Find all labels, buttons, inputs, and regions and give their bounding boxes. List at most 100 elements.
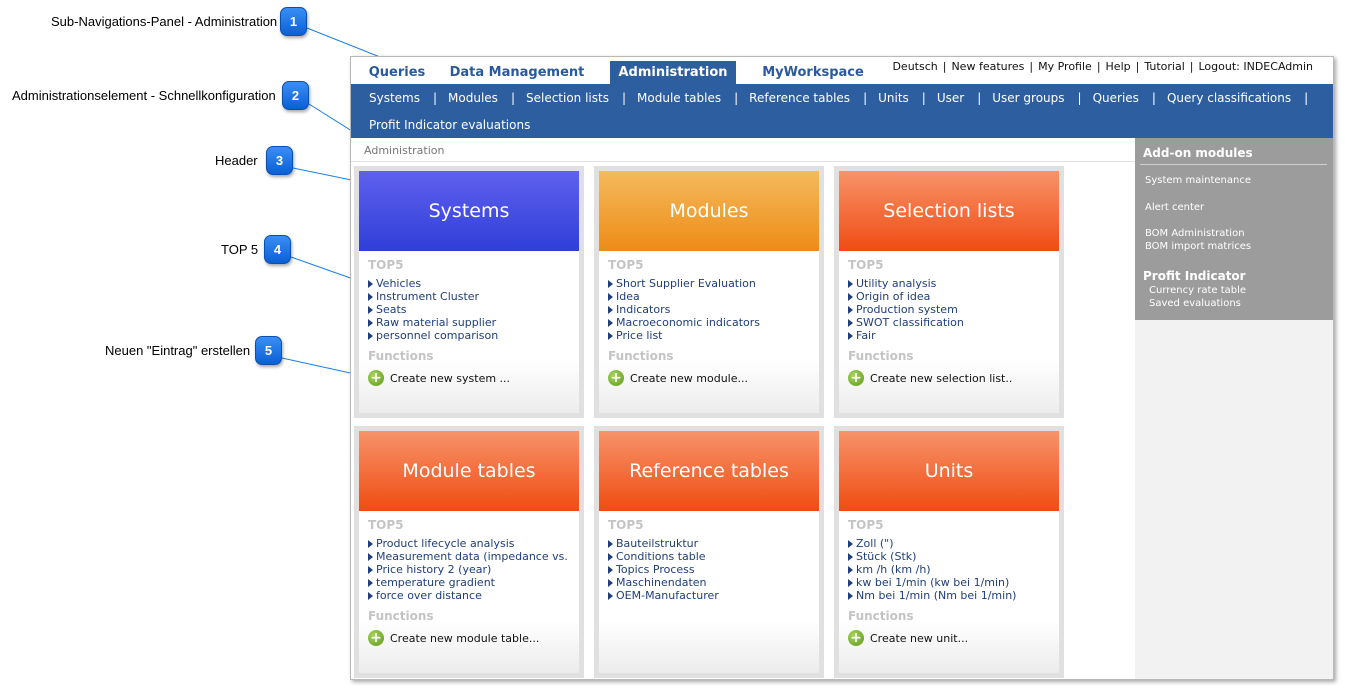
top5-item[interactable]: Seats — [368, 303, 498, 316]
top5-item-label: temperature gradient — [376, 576, 495, 589]
create-new-selection-list-button[interactable]: + Create new selection list.. — [848, 370, 1012, 386]
link-help[interactable]: Help — [1106, 60, 1131, 73]
top5-item[interactable]: Zoll (") — [848, 537, 1016, 550]
create-new-module-button[interactable]: + Create new module... — [608, 370, 748, 386]
top5-item-label: Product lifecycle analysis — [376, 537, 515, 550]
top5-item[interactable]: Conditions table — [608, 550, 719, 563]
subnav-separator: | — [510, 90, 515, 105]
top5-item[interactable]: Bauteilstruktur — [608, 537, 719, 550]
plus-icon: + — [368, 630, 384, 646]
subnav-module-tables[interactable]: Module tables — [637, 91, 721, 105]
subnav-reference-tables[interactable]: Reference tables — [749, 91, 850, 105]
subnav-user-groups[interactable]: User groups — [992, 91, 1064, 105]
link-tutorial[interactable]: Tutorial — [1144, 60, 1184, 73]
top5-label: TOP5 — [608, 258, 644, 272]
card-header[interactable]: Units — [839, 431, 1059, 511]
top5-list: Utility analysis Origin of idea Producti… — [848, 277, 964, 342]
top5-item[interactable]: Price list — [608, 329, 760, 342]
top5-item[interactable]: Production system — [848, 303, 964, 316]
add-on-modules-title: Add-on modules — [1143, 146, 1253, 160]
link-deutsch[interactable]: Deutsch — [892, 60, 937, 73]
top5-item[interactable]: Topics Process — [608, 563, 719, 576]
top5-item[interactable]: Nm bei 1/min (Nm bei 1/min) — [848, 589, 1016, 602]
top5-list: Product lifecycle analysis Measurement d… — [368, 537, 568, 602]
side-item-currency-rate-table[interactable]: Currency rate table — [1149, 285, 1246, 296]
subnav-query-classifications[interactable]: Query classifications — [1167, 91, 1291, 105]
callout-3-badge: 3 — [266, 146, 293, 175]
subnav-selection-lists[interactable]: Selection lists — [526, 91, 609, 105]
top5-item[interactable]: Utility analysis — [848, 277, 964, 290]
top5-item[interactable]: Vehicles — [368, 277, 498, 290]
top5-item-label: km /h (km /h) — [856, 563, 931, 576]
top5-item[interactable]: Instrument Cluster — [368, 290, 498, 303]
top5-item-label: Fair — [856, 329, 876, 342]
subnav-systems[interactable]: Systems — [369, 91, 420, 105]
top5-item[interactable]: Product lifecycle analysis — [368, 537, 568, 550]
create-label: Create new selection list.. — [870, 371, 1013, 385]
subnav-queries[interactable]: Queries — [1093, 91, 1139, 105]
side-item-bom-import-matrices[interactable]: BOM import matrices — [1145, 241, 1251, 252]
top5-item[interactable]: Price history 2 (year) — [368, 563, 568, 576]
plus-icon: + — [608, 370, 624, 386]
arrow-right-icon — [368, 540, 373, 548]
create-new-system-button[interactable]: + Create new system ... — [368, 370, 510, 386]
top5-item[interactable]: Stück (Stk) — [848, 550, 1016, 563]
top-link-separator: | — [1189, 60, 1194, 73]
top5-item[interactable]: Idea — [608, 290, 760, 303]
card-header[interactable]: Module tables — [359, 431, 579, 511]
top5-item[interactable]: kw bei 1/min (kw bei 1/min) — [848, 576, 1016, 589]
plus-icon: + — [368, 370, 384, 386]
side-item-bom-administration[interactable]: BOM Administration — [1145, 228, 1245, 239]
top5-item-label: Vehicles — [376, 277, 422, 290]
top5-item[interactable]: temperature gradient — [368, 576, 568, 589]
side-item-system-maintenance[interactable]: System maintenance — [1145, 175, 1251, 186]
subnav-modules[interactable]: Modules — [448, 91, 498, 105]
create-new-module-table-button[interactable]: + Create new module table... — [368, 630, 539, 646]
top5-item[interactable]: Measurement data (impedance vs. — [368, 550, 568, 563]
link-my-profile[interactable]: My Profile — [1038, 60, 1092, 73]
card-header[interactable]: Modules — [599, 171, 819, 251]
top5-item[interactable]: Raw material supplier — [368, 316, 498, 329]
top5-list: Zoll (") Stück (Stk) km /h (km /h) kw be… — [848, 537, 1016, 602]
subnav-units[interactable]: Units — [878, 91, 909, 105]
card-header[interactable]: Selection lists — [839, 171, 1059, 251]
top5-list: Vehicles Instrument Cluster Seats Raw ma… — [368, 277, 498, 342]
app-window: Queries Data Management Administration M… — [350, 56, 1334, 680]
arrow-right-icon — [608, 280, 613, 288]
subnav-profit-indicator-evaluations[interactable]: Profit Indicator evaluations — [369, 118, 530, 132]
top5-item[interactable]: Fair — [848, 329, 964, 342]
subnav-user[interactable]: User — [937, 91, 964, 105]
arrow-right-icon — [608, 566, 613, 574]
top5-item[interactable]: Origin of idea — [848, 290, 964, 303]
functions-label: Functions — [608, 349, 674, 363]
callout-2-badge: 2 — [282, 81, 309, 110]
top5-item[interactable]: OEM-Manufacturer — [608, 589, 719, 602]
sub-navigation-row-1: Systems | Modules | Selection lists | Modul… — [369, 84, 1319, 111]
admin-card-selection-lists: Selection lists TOP5 Utility analysis Or… — [834, 166, 1064, 418]
tab-data-management[interactable]: Data Management — [449, 61, 585, 84]
tab-administration[interactable]: Administration — [610, 61, 736, 84]
arrow-right-icon — [368, 319, 373, 327]
subnav-separator: | — [621, 90, 627, 105]
top5-item[interactable]: Indicators — [608, 303, 760, 316]
subnav-separator: | — [863, 90, 868, 105]
link-new-features[interactable]: New features — [951, 60, 1024, 73]
top5-item[interactable]: Maschinendaten — [608, 576, 719, 589]
card-header[interactable]: Reference tables — [599, 431, 819, 511]
arrow-right-icon — [368, 553, 373, 561]
top5-item[interactable]: force over distance — [368, 589, 568, 602]
create-new-unit-button[interactable]: + Create new unit... — [848, 630, 968, 646]
create-label: Create new unit... — [870, 631, 969, 645]
callout-5-label: Neuen "Eintrag" erstellen — [105, 343, 251, 358]
tab-queries[interactable]: Queries — [359, 61, 435, 84]
side-item-saved-evaluations[interactable]: Saved evaluations — [1149, 298, 1241, 309]
top5-item[interactable]: Macroeconomic indicators — [608, 316, 760, 329]
top5-item[interactable]: km /h (km /h) — [848, 563, 1016, 576]
top5-item[interactable]: Short Supplier Evaluation — [608, 277, 760, 290]
side-item-alert-center[interactable]: Alert center — [1145, 202, 1204, 213]
top5-item[interactable]: SWOT classification — [848, 316, 964, 329]
tab-myworkspace[interactable]: MyWorkspace — [755, 61, 871, 84]
top5-item[interactable]: personnel comparison — [368, 329, 498, 342]
link-logout[interactable]: Logout: INDECAdmin — [1199, 60, 1314, 73]
card-header[interactable]: Systems — [359, 171, 579, 251]
